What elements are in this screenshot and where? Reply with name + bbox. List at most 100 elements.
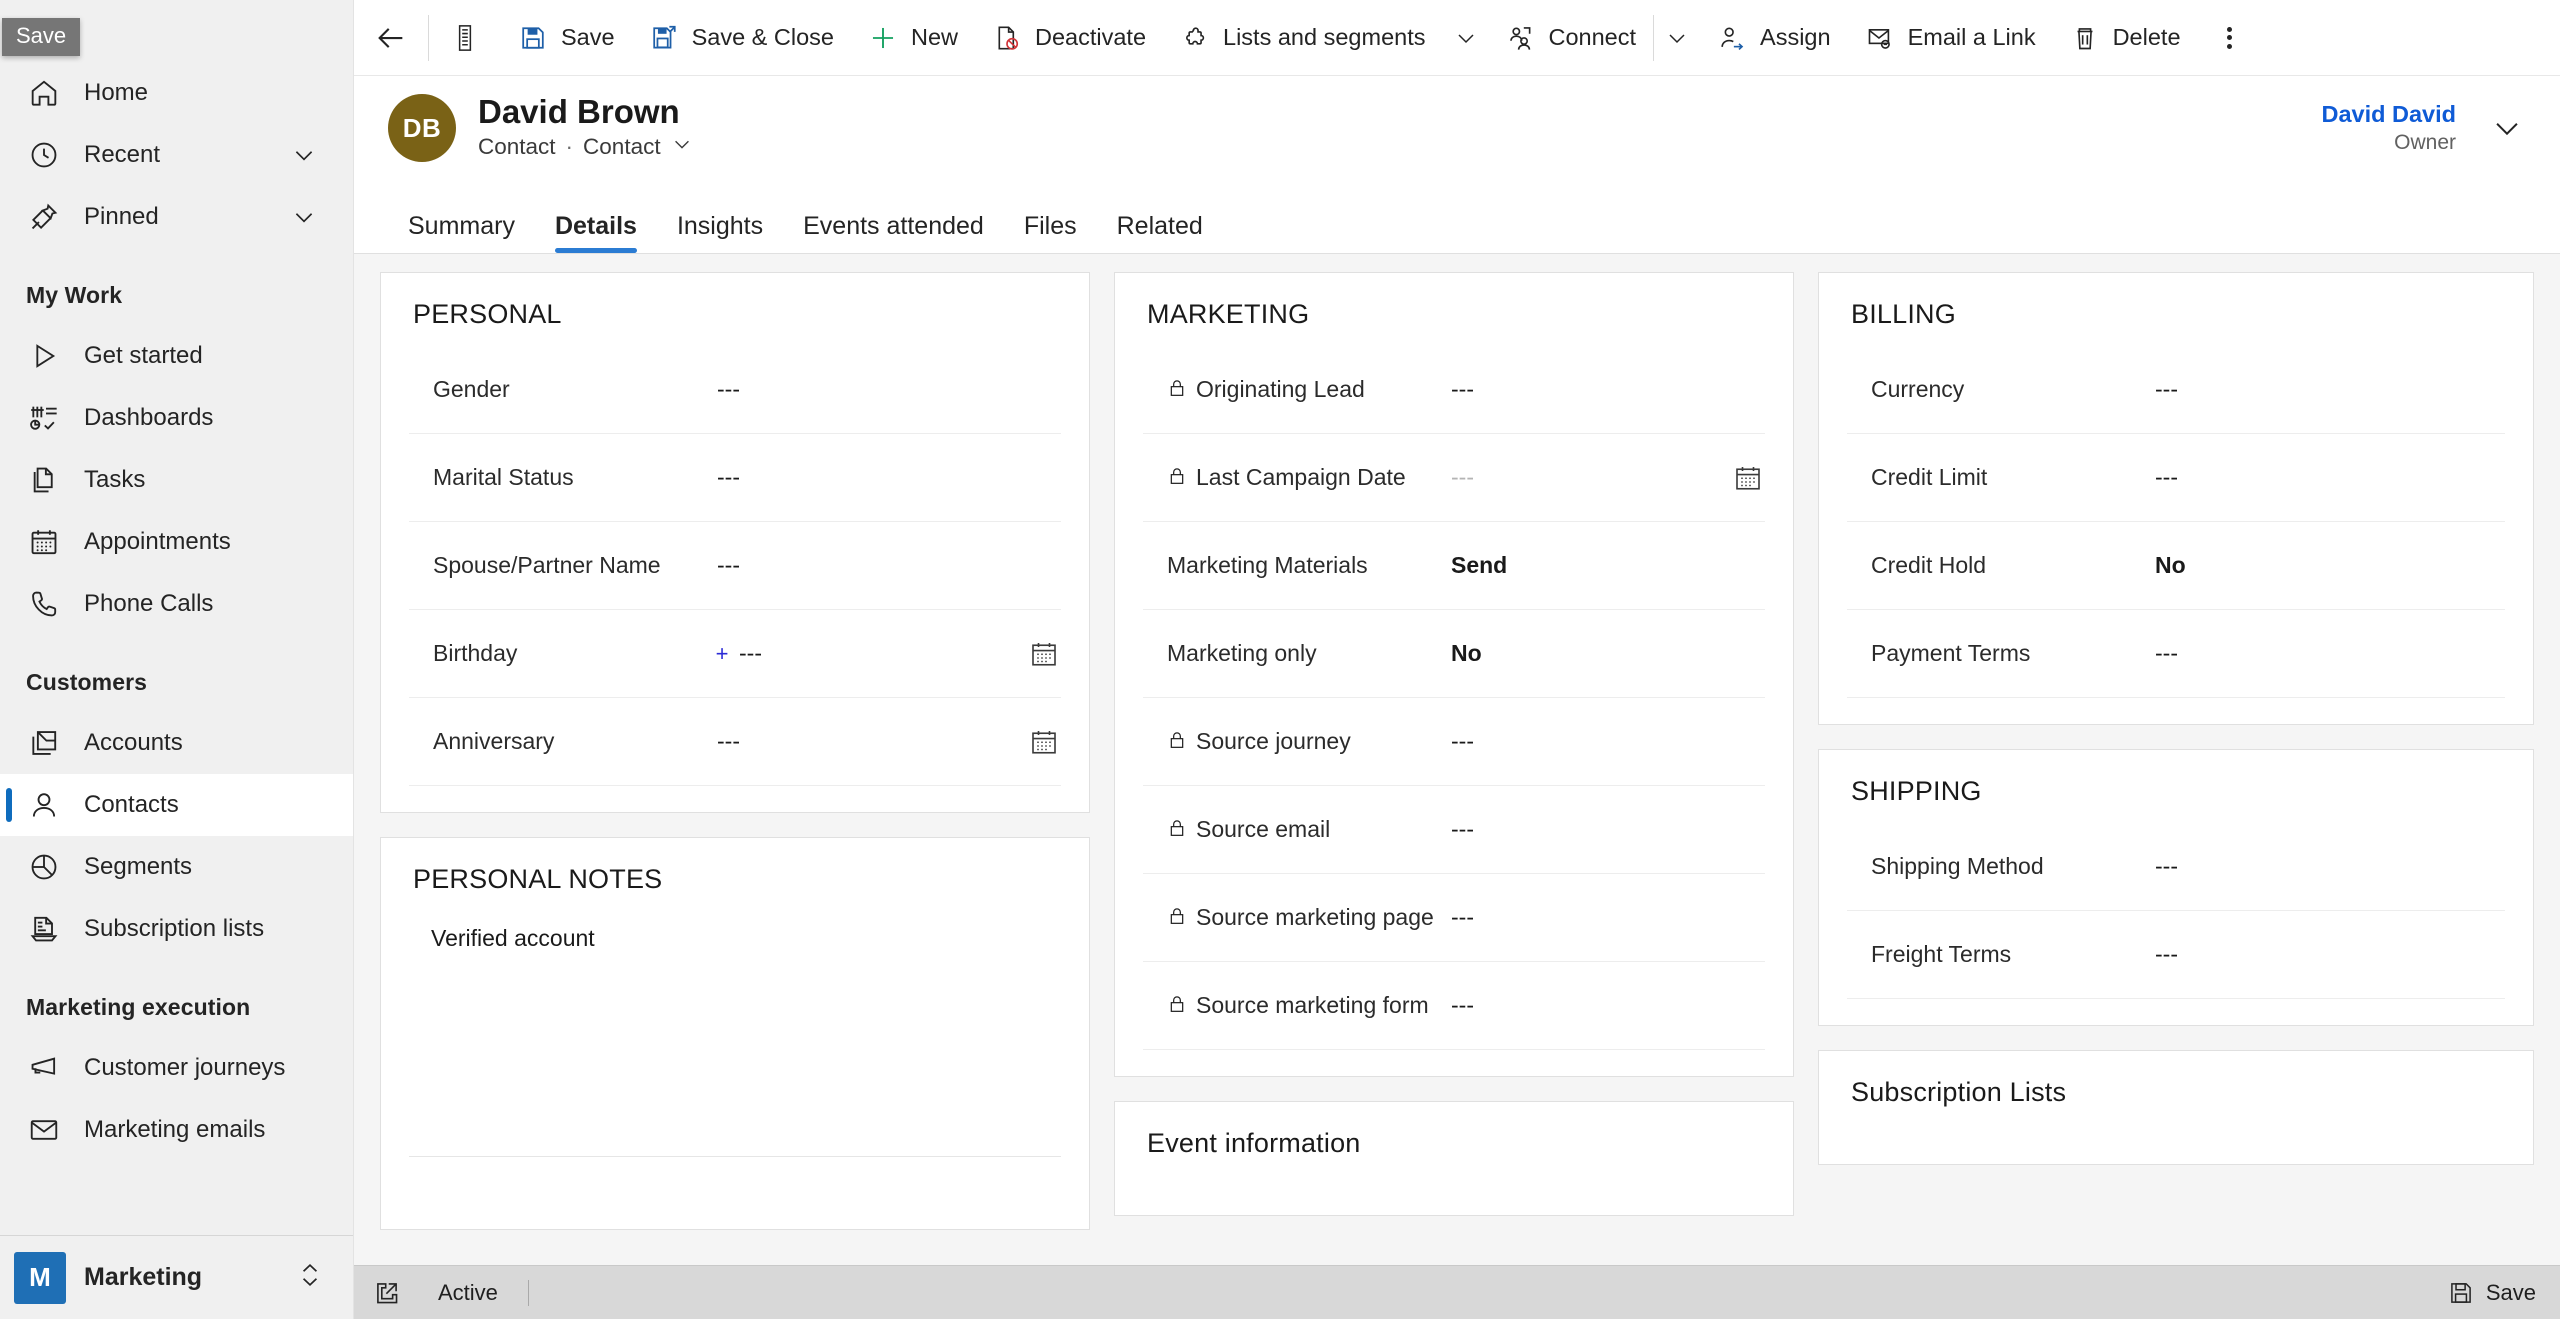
field-value[interactable]: --- <box>711 464 1059 491</box>
field-value[interactable]: --- <box>2149 941 2503 968</box>
play-icon <box>26 338 62 374</box>
sidebar-item-pinned[interactable]: Pinned <box>0 186 353 248</box>
deactivate-button[interactable]: Deactivate <box>975 9 1163 67</box>
assign-icon <box>1717 23 1747 53</box>
field-label-wrap: Source marketing page <box>1145 902 1445 933</box>
calendar-icon[interactable] <box>1009 639 1059 669</box>
field-marketing-materials[interactable]: Marketing Materials Send <box>1143 522 1765 610</box>
field-spouse-partner-name[interactable]: Spouse/Partner Name --- <box>409 522 1061 610</box>
sidebar-item-label: Phone Calls <box>84 590 214 617</box>
field-marketing-only[interactable]: Marketing only No <box>1143 610 1765 698</box>
field-originating-lead[interactable]: Originating Lead --- <box>1143 346 1765 434</box>
field-value[interactable]: Send <box>1445 552 1763 579</box>
status-bar: Active Save <box>354 1265 2560 1319</box>
field-value[interactable]: --- <box>2149 853 2503 880</box>
tab-events-attended[interactable]: Events attended <box>783 214 1004 253</box>
field-marital-status[interactable]: Marital Status --- <box>409 434 1061 522</box>
field-value[interactable]: --- <box>2149 640 2503 667</box>
sidebar-item-appointments[interactable]: Appointments <box>0 511 353 573</box>
field-birthday[interactable]: Birthday + --- <box>409 610 1061 698</box>
save-tooltip: Save <box>2 18 81 56</box>
field-value[interactable]: --- <box>2149 464 2503 491</box>
form-selector-chevron-down-icon[interactable] <box>671 133 693 161</box>
delete-button[interactable]: Delete <box>2053 9 2198 67</box>
personal-notes-field[interactable]: Verified account <box>409 911 1061 1157</box>
calendar-icon[interactable] <box>1009 727 1059 757</box>
back-arrow-icon[interactable] <box>354 0 428 76</box>
form-area: PERSONAL Gender --- Marital Status --- S… <box>354 254 2560 1265</box>
field-credit-limit[interactable]: Credit Limit --- <box>1847 434 2505 522</box>
sidebar-item-label: Accounts <box>84 729 183 756</box>
tab-related[interactable]: Related <box>1097 214 1223 253</box>
form-list-icon[interactable] <box>429 0 501 76</box>
field-value[interactable]: No <box>1445 640 1763 667</box>
trash-icon <box>2070 23 2100 53</box>
tab-details[interactable]: Details <box>535 214 657 253</box>
connect-chevron-down-icon[interactable] <box>1654 9 1700 67</box>
field-gender[interactable]: Gender --- <box>409 346 1061 434</box>
field-anniversary[interactable]: Anniversary --- <box>409 698 1061 786</box>
tab-files[interactable]: Files <box>1004 214 1097 253</box>
field-credit-hold[interactable]: Credit Hold No <box>1847 522 2505 610</box>
field-source-marketing-page[interactable]: Source marketing page --- <box>1143 874 1765 962</box>
chevron-down-icon[interactable] <box>291 142 317 168</box>
tab-summary[interactable]: Summary <box>388 214 535 253</box>
more-vertical-icon[interactable] <box>2204 9 2256 67</box>
header-expand-chevron-down-icon[interactable] <box>2490 111 2524 145</box>
envelope-icon <box>26 1112 62 1148</box>
sidebar-item-accounts[interactable]: Accounts <box>0 712 353 774</box>
sidebar-item-contacts[interactable]: Contacts <box>0 774 353 836</box>
app-switcher[interactable]: M Marketing <box>0 1235 353 1319</box>
lock-icon <box>1167 465 1187 487</box>
record-header: DB David Brown Contact · Contact David D… <box>354 76 2560 180</box>
form-selector-label[interactable]: Contact <box>583 134 661 160</box>
field-source-journey[interactable]: Source journey --- <box>1143 698 1765 786</box>
field-last-campaign-date[interactable]: Last Campaign Date --- <box>1143 434 1765 522</box>
section-personal-notes: PERSONAL NOTES Verified account <box>380 837 1090 1230</box>
open-in-new-icon[interactable] <box>374 1280 400 1306</box>
save-and-close-button[interactable]: Save & Close <box>632 9 851 67</box>
field-value[interactable]: --- <box>711 376 1059 403</box>
lock-icon <box>1167 905 1187 927</box>
field-currency[interactable]: Currency --- <box>1847 346 2505 434</box>
calendar-icon[interactable] <box>1713 463 1763 493</box>
connect-icon <box>1506 23 1536 53</box>
field-freight-terms[interactable]: Freight Terms --- <box>1847 911 2505 999</box>
chevron-down-icon[interactable] <box>291 204 317 230</box>
sidebar-item-tasks[interactable]: Tasks <box>0 449 353 511</box>
save-button[interactable]: Save <box>501 9 632 67</box>
new-button[interactable]: New <box>851 9 975 67</box>
sidebar-item-recent[interactable]: Recent <box>0 124 353 186</box>
email-a-link-button[interactable]: Email a Link <box>1848 9 2053 67</box>
section-personal: PERSONAL Gender --- Marital Status --- S… <box>380 272 1090 813</box>
sidebar-item-subscription-lists[interactable]: Subscription lists <box>0 898 353 960</box>
field-value[interactable]: --- <box>733 640 1009 667</box>
record-subtitle: Contact · Contact <box>478 133 693 161</box>
sidebar-item-home[interactable]: Home <box>0 62 353 124</box>
chevron-up-down-icon[interactable] <box>297 1260 323 1295</box>
assign-button[interactable]: Assign <box>1700 9 1848 67</box>
connect-button[interactable]: Connect <box>1489 9 1654 67</box>
field-value[interactable]: --- <box>2149 376 2503 403</box>
lists-and-segments-button[interactable]: Lists and segments <box>1163 9 1442 67</box>
sidebar-item-segments[interactable]: Segments <box>0 836 353 898</box>
sidebar-item-get-started[interactable]: Get started <box>0 325 353 387</box>
field-source-marketing-form[interactable]: Source marketing form --- <box>1143 962 1765 1050</box>
field-value[interactable]: --- <box>711 552 1059 579</box>
field-value[interactable]: No <box>2149 552 2503 579</box>
field-payment-terms[interactable]: Payment Terms --- <box>1847 610 2505 698</box>
field-value[interactable]: --- <box>711 728 1009 755</box>
field-source-email[interactable]: Source email --- <box>1143 786 1765 874</box>
field-shipping-method[interactable]: Shipping Method --- <box>1847 823 2505 911</box>
contact-icon <box>26 787 62 823</box>
tab-insights[interactable]: Insights <box>657 214 783 253</box>
sidebar-item-customer-journeys[interactable]: Customer journeys <box>0 1037 353 1099</box>
field-label: Last Campaign Date <box>1196 463 1406 490</box>
sidebar-item-phone-calls[interactable]: Phone Calls <box>0 573 353 635</box>
sidebar-item-marketing-emails[interactable]: Marketing emails <box>0 1099 353 1161</box>
footer-save-button[interactable]: Save <box>2448 1280 2536 1306</box>
owner-name-link[interactable]: David David <box>2321 101 2456 128</box>
section-title: BILLING <box>1851 299 1956 329</box>
lists-and-segments-chevron-down-icon[interactable] <box>1443 9 1489 67</box>
sidebar-item-dashboards[interactable]: Dashboards <box>0 387 353 449</box>
